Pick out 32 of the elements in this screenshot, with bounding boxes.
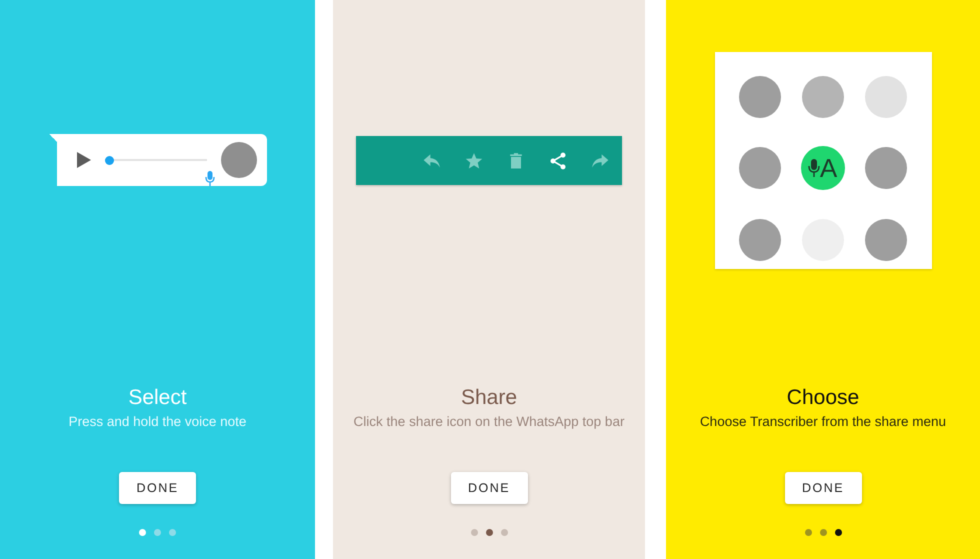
page-indicator-dot[interactable]: [486, 529, 492, 536]
app-placeholder-icon: [864, 147, 906, 190]
page-indicator-dot[interactable]: [139, 529, 146, 536]
page-indicator-dot[interactable]: [804, 529, 812, 536]
app-placeholder-icon: [738, 147, 780, 190]
step-description: Press and hold the voice note: [68, 413, 246, 431]
step-title: Choose: [786, 385, 860, 411]
microphone-icon: [204, 171, 214, 186]
page-indicator-dot[interactable]: [500, 529, 508, 536]
done-button[interactable]: DONE: [784, 472, 862, 504]
page-indicator-dot[interactable]: [154, 529, 161, 536]
app-placeholder-icon: [738, 76, 780, 118]
step-title: Select: [128, 385, 187, 411]
step-description: Choose Transcriber from the share menu: [700, 413, 946, 431]
play-icon[interactable]: [76, 152, 90, 168]
step-title: Share: [460, 385, 518, 411]
done-button[interactable]: DONE: [450, 472, 528, 504]
app-placeholder-icon: [864, 218, 906, 261]
avatar: [220, 142, 256, 178]
star-icon[interactable]: [464, 150, 484, 170]
done-button[interactable]: DONE: [119, 472, 196, 504]
page-indicator-dot[interactable]: [169, 529, 176, 536]
page-indicator-dot[interactable]: [820, 529, 826, 536]
transcriber-app-icon[interactable]: A: [800, 146, 844, 190]
page-indicator-dot[interactable]: [834, 529, 842, 536]
app-placeholder-icon: [864, 76, 906, 118]
step-description: Click the share icon on the WhatsApp top bar: [354, 413, 624, 431]
app-placeholder-icon: [738, 218, 780, 261]
slider-thumb[interactable]: [104, 156, 114, 164]
app-placeholder-icon: [802, 76, 844, 118]
share-icon[interactable]: [548, 150, 568, 170]
page-indicator-dot[interactable]: [470, 529, 478, 536]
